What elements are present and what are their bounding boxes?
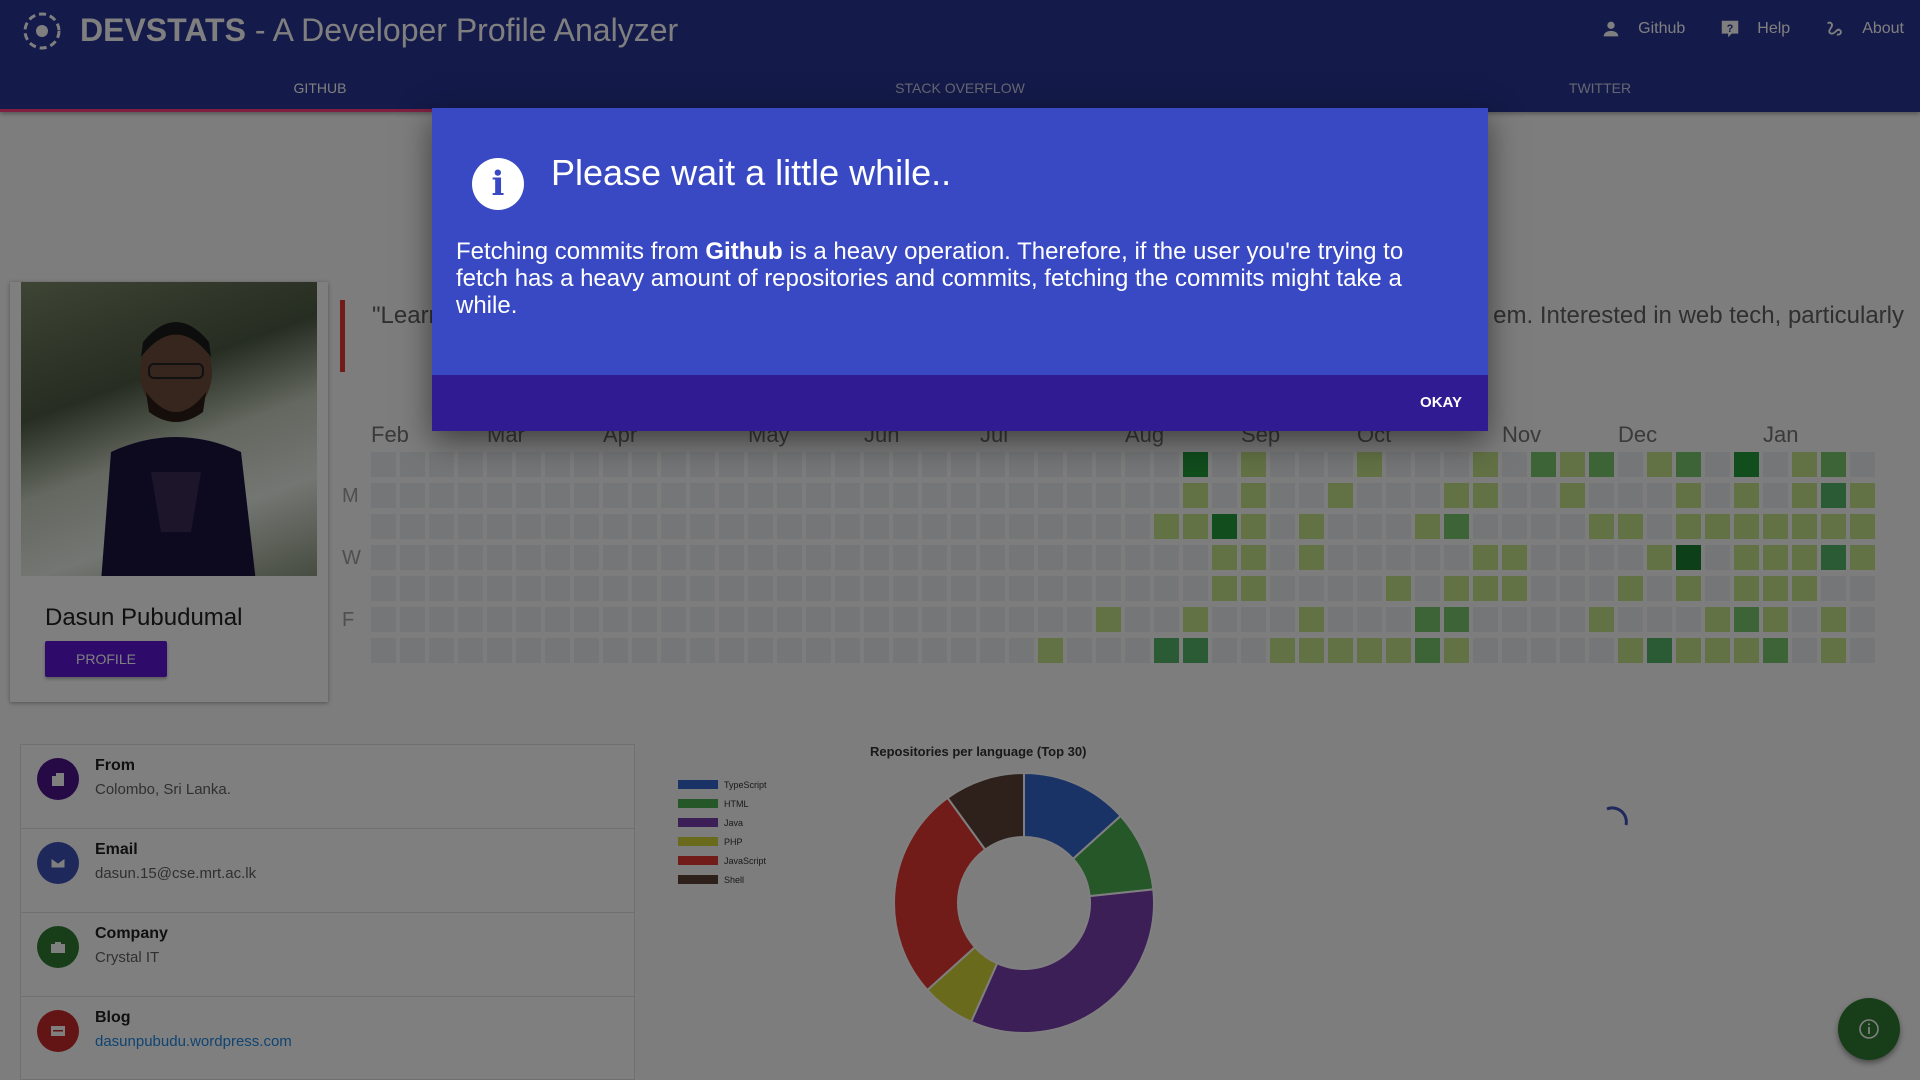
dialog-footer: OKAY: [432, 375, 1488, 431]
dialog-message: Fetching commits from Github is a heavy …: [456, 238, 1404, 319]
loading-dialog: i Please wait a little while.. Fetching …: [432, 108, 1488, 431]
dialog-title: Please wait a little while..: [551, 152, 952, 193]
okay-button[interactable]: OKAY: [1414, 387, 1468, 419]
info-icon: i: [472, 158, 524, 210]
